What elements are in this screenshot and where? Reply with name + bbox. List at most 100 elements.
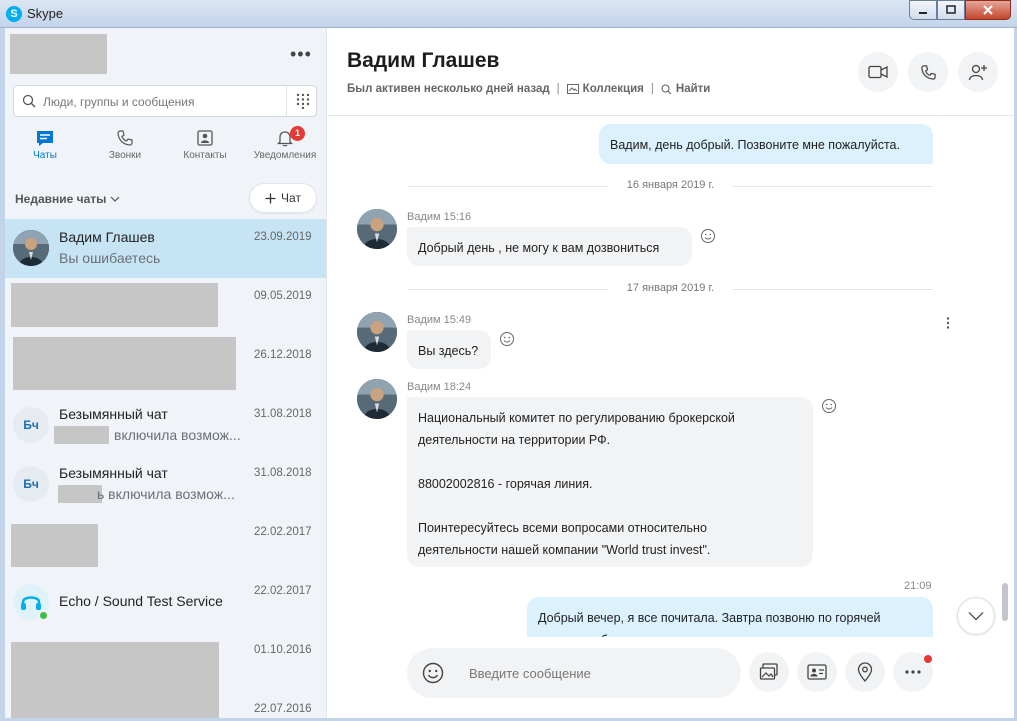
- add-people-button[interactable]: [958, 52, 998, 92]
- contact-name[interactable]: Вадим Глашев: [347, 49, 499, 73]
- outgoing-message[interactable]: Добрый вечер, я все почитала. Завтра поз…: [527, 597, 933, 637]
- recent-chats-label: Недавние чаты: [15, 192, 107, 206]
- last-seen-status: Был активен несколько дней назад: [347, 83, 550, 95]
- chat-item[interactable]: 26.12.2018: [5, 337, 326, 396]
- minimize-button[interactable]: [909, 0, 937, 20]
- profile-redacted[interactable]: [10, 34, 107, 74]
- plus-icon: [265, 193, 276, 203]
- chat-item[interactable]: Бч Безымянный чат ь включила возмож... 3…: [5, 455, 326, 514]
- tab-notifications[interactable]: 1 Уведомления: [245, 126, 325, 161]
- chevron-down-icon: [110, 196, 120, 202]
- audio-call-button[interactable]: [908, 52, 948, 92]
- send-media-button[interactable]: [749, 652, 789, 692]
- dialpad-button[interactable]: [286, 86, 318, 116]
- chat-item[interactable]: 22.07.2016: [5, 691, 326, 718]
- separator: |: [556, 83, 560, 95]
- contact-avatar: [13, 230, 49, 266]
- gallery-link[interactable]: Коллекция: [566, 83, 644, 95]
- chat-item[interactable]: 01.10.2016: [5, 632, 326, 691]
- chat-preview: ь включила возмож...: [97, 486, 235, 502]
- chat-date: 22.07.2016: [254, 703, 312, 715]
- media-gallery-icon: [759, 663, 778, 680]
- search-icon: [661, 83, 672, 94]
- date-separator-label: 17 января 2019 г.: [626, 282, 715, 294]
- window-titlebar: S Skype: [0, 0, 1017, 28]
- incoming-message[interactable]: Национальный комитет по регулированию бр…: [407, 397, 813, 567]
- message-line: деятельности нашей компании "World trust…: [418, 543, 711, 557]
- sender-avatar[interactable]: [357, 209, 397, 249]
- sidebar: ••• Люди, группы и сообщения Чаты Звонки…: [5, 28, 327, 718]
- video-call-button[interactable]: [858, 52, 898, 92]
- phone-icon: [920, 64, 936, 80]
- nav-tabs: Чаты Звонки Контакты 1 Уведомления: [5, 126, 326, 170]
- chat-item[interactable]: 22.02.2017: [5, 514, 326, 573]
- contact-card-icon: [807, 664, 827, 680]
- chat-item[interactable]: Бч Безымянный чат включила возмож... 31.…: [5, 396, 326, 455]
- more-options-button[interactable]: •••: [290, 44, 312, 65]
- outgoing-message[interactable]: Вадим, день добрый. Позвоните мне пожалу…: [599, 124, 933, 164]
- online-status-dot: [38, 610, 49, 621]
- maximize-icon: [946, 5, 956, 14]
- send-contact-button[interactable]: [797, 652, 837, 692]
- tab-contacts-label: Контакты: [183, 150, 227, 161]
- tab-chats[interactable]: Чаты: [5, 126, 85, 161]
- redacted-sender: [58, 485, 102, 503]
- chat-name: Безымянный чат: [59, 406, 168, 422]
- message-list: Вадим, день добрый. Позвоните мне пожалу…: [328, 117, 1014, 637]
- redacted-chat-block: [13, 337, 236, 390]
- search-icon: [22, 94, 36, 108]
- close-icon: [983, 5, 993, 15]
- tab-calls[interactable]: Звонки: [85, 126, 165, 161]
- sender-avatar[interactable]: [357, 312, 397, 352]
- close-button[interactable]: [965, 0, 1011, 20]
- reaction-smiley-icon[interactable]: [499, 331, 515, 347]
- scroll-to-bottom-button[interactable]: [957, 597, 995, 635]
- new-feature-dot: [924, 655, 932, 663]
- gallery-icon: [566, 84, 579, 94]
- message-line: деятельности на территории РФ.: [418, 433, 611, 447]
- chat-date: 22.02.2017: [254, 526, 312, 538]
- group-avatar: Бч: [13, 466, 49, 502]
- more-tools-button[interactable]: [893, 652, 933, 692]
- chat-date: 31.08.2018: [254, 408, 312, 420]
- search-box[interactable]: Люди, группы и сообщения: [13, 85, 317, 117]
- incoming-message[interactable]: Вы здесь?: [407, 330, 491, 369]
- chat-item[interactable]: 09.05.2019: [5, 278, 326, 337]
- search-input[interactable]: Люди, группы и сообщения: [43, 95, 195, 109]
- incoming-message[interactable]: Добрый день , не могу к вам дозвониться: [407, 227, 692, 266]
- message-line: Национальный комитет по регулированию бр…: [418, 411, 735, 425]
- reaction-smiley-icon[interactable]: [821, 398, 837, 414]
- scrollbar-thumb[interactable]: [1002, 583, 1008, 621]
- recent-chats-dropdown[interactable]: Недавние чаты: [15, 192, 120, 206]
- date-separator-label: 16 января 2019 г.: [626, 179, 715, 191]
- redacted-chat-block: [11, 524, 98, 567]
- chat-name: Вадим Глашев: [59, 229, 155, 245]
- redacted-chat-block: [11, 691, 219, 718]
- message-line: Добрый вечер, я все почитала. Завтра поз…: [538, 611, 881, 625]
- chat-name: Echo / Sound Test Service: [59, 593, 223, 609]
- add-person-icon: [968, 64, 987, 81]
- chat-name: Безымянный чат: [59, 465, 168, 481]
- message-options-icon[interactable]: [945, 316, 951, 330]
- send-location-button[interactable]: [845, 652, 885, 692]
- chat-date: 26.12.2018: [254, 349, 312, 361]
- find-label: Найти: [675, 83, 711, 95]
- new-chat-button[interactable]: Чат: [249, 183, 317, 213]
- message-input[interactable]: [467, 662, 727, 684]
- separator: |: [650, 83, 654, 95]
- tab-calls-label: Звонки: [108, 150, 142, 161]
- find-link[interactable]: Найти: [661, 83, 710, 95]
- window-controls: [909, 0, 1011, 20]
- message-time: 21:09: [904, 580, 932, 592]
- reaction-smiley-icon[interactable]: [700, 228, 716, 244]
- tab-chats-label: Чаты: [33, 150, 57, 161]
- sender-avatar[interactable]: [357, 379, 397, 419]
- chat-date: 01.10.2016: [254, 644, 312, 656]
- maximize-button[interactable]: [937, 0, 965, 20]
- video-camera-icon: [868, 65, 888, 79]
- chat-item[interactable]: Echo / Sound Test Service 22.02.2017: [5, 573, 326, 632]
- tab-contacts[interactable]: Контакты: [165, 126, 245, 161]
- emoji-picker-icon[interactable]: [422, 662, 444, 684]
- chat-preview: включила возмож...: [114, 427, 241, 443]
- chat-item[interactable]: Вадим Глашев Вы ошибаетесь 23.09.2019: [5, 219, 326, 278]
